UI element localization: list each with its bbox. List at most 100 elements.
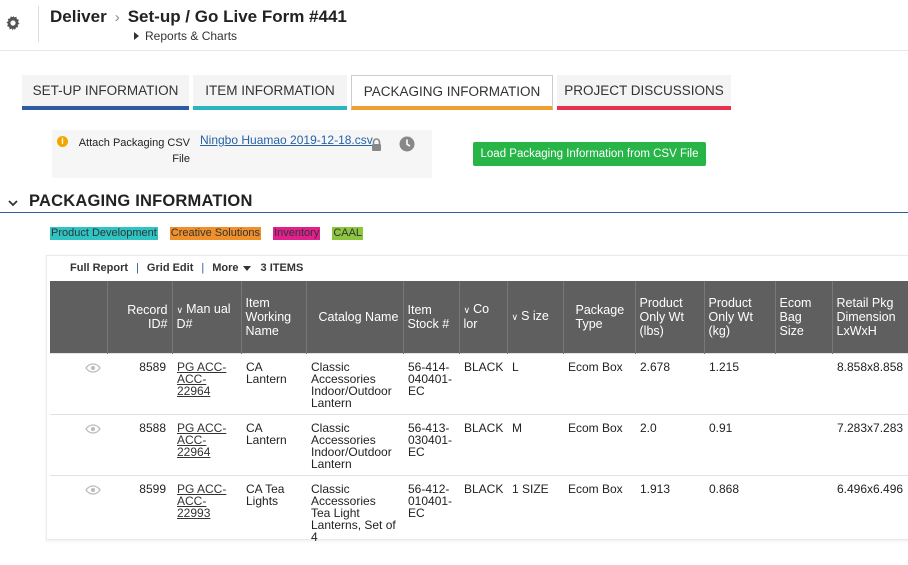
catalog-name-cell: Classic Accessories Indoor/Outdoor Lante… [306, 352, 403, 414]
app-name[interactable]: Deliver [50, 7, 107, 27]
section-underline [0, 212, 908, 213]
stock-cell: 56-412-010401-EC [403, 474, 459, 543]
table-header-row: Record ID# ∨ Man ual D# Item Working Name… [50, 281, 908, 353]
manual-id-link[interactable]: PG ACC-ACC-22964 [172, 352, 241, 414]
size-cell: M [507, 413, 563, 475]
record-id-cell: 8589 [107, 352, 172, 414]
package-type-cell: Ecom Box [563, 413, 635, 475]
eye-icon[interactable] [85, 484, 101, 495]
working-name-cell: CA Lantern [241, 352, 306, 414]
page-title: Set-up / Go Live Form #441 [127, 7, 347, 26]
attached-file-link[interactable]: Ningbo Huamao 2019-12-18.csv [200, 133, 373, 147]
col-label: Retail Pkg Dimension LxWxH [836, 295, 896, 338]
load-csv-button[interactable]: Load Packaging Information from CSV File [473, 142, 706, 166]
package-type-cell: Ecom Box [563, 352, 635, 414]
tab-item-information[interactable]: ITEM INFORMATION [193, 75, 347, 110]
col-label: Item Stock # [407, 302, 450, 331]
color-cell: BLACK [459, 413, 507, 475]
col-header-product-wt-kg[interactable]: Product Only Wt (kg) [704, 281, 776, 353]
chevron-right-icon: › [114, 8, 120, 26]
col-header-manual-id[interactable]: ∨ Man ual D# [172, 281, 242, 353]
col-header-item-working-name[interactable]: Item Working Name [241, 281, 307, 353]
tab-label: PACKAGING INFORMATION [363, 83, 541, 99]
row-view-cell [50, 474, 107, 543]
color-legend: Product Development Creative Solutions I… [50, 227, 375, 240]
size-cell: 1 SIZE [507, 474, 563, 543]
gear-icon[interactable] [4, 14, 22, 32]
package-type-cell: Ecom Box [563, 474, 635, 543]
sort-down-icon: ∨ [463, 305, 471, 316]
col-label: Package Type [575, 302, 625, 331]
col-header-ecom-bag-size[interactable]: Ecom Bag Size [775, 281, 833, 353]
table-row[interactable]: 8588 PG ACC-ACC-22964 CA Lantern Classic… [50, 413, 908, 475]
clock-icon[interactable] [399, 136, 415, 152]
col-label: Product Only Wt (lbs) [639, 295, 684, 338]
sort-down-icon: ∨ [176, 305, 184, 316]
lock-icon [371, 138, 382, 151]
more-label: More [212, 262, 239, 274]
tab-label: ITEM INFORMATION [205, 83, 335, 98]
col-header-item-stock[interactable]: Item Stock # [403, 281, 460, 353]
col-header-size[interactable]: ∨ S ize [507, 281, 564, 353]
col-header-actions [50, 281, 108, 353]
ecom-bag-cell [775, 413, 832, 475]
packaging-table: Record ID# ∨ Man ual D# Item Working Name… [50, 281, 908, 543]
tab-bar: SET-UP INFORMATION ITEM INFORMATION PACK… [22, 75, 735, 110]
col-label: Catalog Name [318, 309, 399, 324]
col-label: S ize [521, 309, 549, 324]
wt-lbs-cell: 2.0 [635, 413, 704, 475]
col-label: Item Working Name [245, 295, 292, 338]
tab-project-discussions[interactable]: PROJECT DISCUSSIONS [557, 75, 731, 110]
info-icon: i [57, 136, 68, 147]
caret-right-icon [134, 32, 139, 40]
tab-packaging-information[interactable]: PACKAGING INFORMATION [351, 75, 553, 110]
wt-kg-cell: 0.91 [704, 413, 775, 475]
wt-kg-cell: 1.215 [704, 352, 775, 414]
color-cell: BLACK [459, 474, 507, 543]
col-label: Ecom Bag Size [779, 295, 812, 338]
col-header-record-id[interactable]: Record ID# [107, 281, 173, 353]
eye-icon[interactable] [85, 423, 101, 434]
toolbar-divider: | [201, 262, 205, 274]
breadcrumb: Deliver › Set-up / Go Live Form #441 [50, 6, 347, 28]
legend-product-development: Product Development [50, 227, 158, 240]
more-menu[interactable]: More [212, 262, 251, 274]
wt-kg-cell: 0.868 [704, 474, 775, 543]
col-label: Product Only Wt (kg) [708, 295, 753, 338]
row-view-cell [50, 352, 107, 414]
manual-id-link[interactable]: PG ACC-ACC-22993 [172, 474, 241, 543]
table-row[interactable]: 8589 PG ACC-ACC-22964 CA Lantern Classic… [50, 352, 908, 414]
attach-csv-label: Attach Packaging CSV File [78, 137, 190, 165]
section-title: PACKAGING INFORMATION [29, 192, 253, 210]
full-report-link[interactable]: Full Report [70, 262, 128, 274]
wt-lbs-cell: 2.678 [635, 352, 704, 414]
tab-setup-information[interactable]: SET-UP INFORMATION [22, 75, 189, 110]
manual-id-link[interactable]: PG ACC-ACC-22964 [172, 413, 241, 475]
working-name-cell: CA Tea Lights [241, 474, 306, 543]
report-toolbar: Full Report | Grid Edit | More 3 ITEMS [70, 262, 303, 274]
record-id-cell: 8599 [107, 474, 172, 543]
header-divider [38, 6, 39, 42]
col-header-product-wt-lbs[interactable]: Product Only Wt (lbs) [635, 281, 705, 353]
color-cell: BLACK [459, 352, 507, 414]
collapse-chevron-icon[interactable] [8, 196, 18, 210]
wt-lbs-cell: 1.913 [635, 474, 704, 543]
col-header-color[interactable]: ∨ Co lor [459, 281, 508, 353]
col-label: Record ID# [127, 302, 168, 331]
reports-charts-menu[interactable]: Reports & Charts [134, 29, 237, 43]
col-header-package-type[interactable]: Package Type [563, 281, 636, 353]
catalog-name-cell: Classic Accessories Tea Light Lanterns, … [306, 474, 403, 543]
stock-cell: 56-414-040401-EC [403, 352, 459, 414]
working-name-cell: CA Lantern [241, 413, 306, 475]
tab-label: SET-UP INFORMATION [32, 83, 179, 98]
col-header-catalog-name[interactable]: Catalog Name [306, 281, 404, 353]
retail-dim-cell: 8.858x8.858 [832, 352, 908, 414]
caret-down-icon [242, 266, 251, 271]
grid-edit-link[interactable]: Grid Edit [147, 262, 193, 274]
col-header-retail-pkg-dimension[interactable]: Retail Pkg Dimension LxWxH [832, 281, 908, 353]
table-row[interactable]: 8599 PG ACC-ACC-22993 CA Tea Lights Clas… [50, 474, 908, 543]
toolbar-divider: | [136, 262, 139, 274]
eye-icon[interactable] [85, 362, 101, 373]
legend-creative-solutions: Creative Solutions [169, 227, 262, 240]
header-separator [0, 50, 908, 51]
